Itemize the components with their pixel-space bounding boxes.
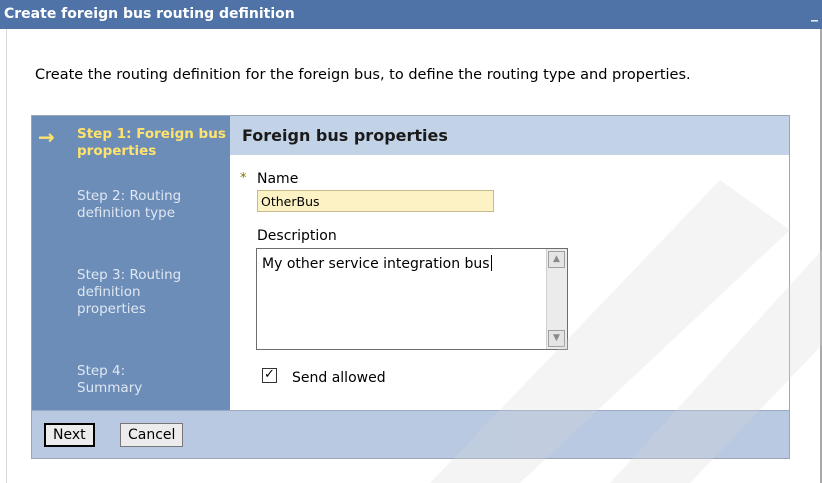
next-button[interactable]: Next — [44, 423, 95, 447]
window-title: Create foreign bus routing definition — [4, 6, 295, 22]
step-1: Step 1: Foreign bus properties — [77, 126, 226, 159]
steps-sidebar: → Step 1: Foreign bus properties Step 2:… — [32, 116, 230, 410]
description-scrollbar[interactable]: ▲ ▼ — [546, 249, 567, 349]
scroll-up-icon[interactable]: ▲ — [548, 251, 565, 268]
frame-left-edge — [6, 29, 7, 483]
form-content: Foreign bus properties * Name OtherBus D… — [230, 116, 789, 410]
minimize-icon[interactable]: _ — [811, 0, 818, 29]
step-2: Step 2: Routing definition type — [77, 188, 182, 221]
description-textarea[interactable]: My other service integration bus ▲ ▼ — [256, 248, 568, 350]
button-bar: Next Cancel — [32, 410, 789, 458]
description-text: My other service integration bus — [262, 255, 492, 272]
required-icon: * — [240, 171, 247, 186]
name-field[interactable]: OtherBus — [257, 190, 494, 212]
send-allowed-label: Send allowed — [292, 370, 386, 386]
section-header: Foreign bus properties — [230, 116, 789, 155]
intro-text: Create the routing definition for the fo… — [35, 67, 691, 83]
text-cursor — [490, 255, 492, 271]
step-4: Step 4: Summary — [77, 363, 143, 396]
description-label: Description — [257, 228, 337, 244]
current-step-arrow-icon: → — [38, 125, 55, 149]
send-allowed-checkbox[interactable]: ✓ — [262, 368, 277, 383]
scroll-down-icon[interactable]: ▼ — [548, 330, 565, 347]
window-title-bar: Create foreign bus routing definition _ — [0, 0, 822, 29]
wizard-panel: → Step 1: Foreign bus properties Step 2:… — [31, 115, 790, 459]
cancel-button[interactable]: Cancel — [120, 423, 184, 447]
step-3: Step 3: Routing definition properties — [77, 267, 182, 317]
section-title: Foreign bus properties — [242, 126, 448, 145]
name-label: Name — [257, 171, 299, 187]
